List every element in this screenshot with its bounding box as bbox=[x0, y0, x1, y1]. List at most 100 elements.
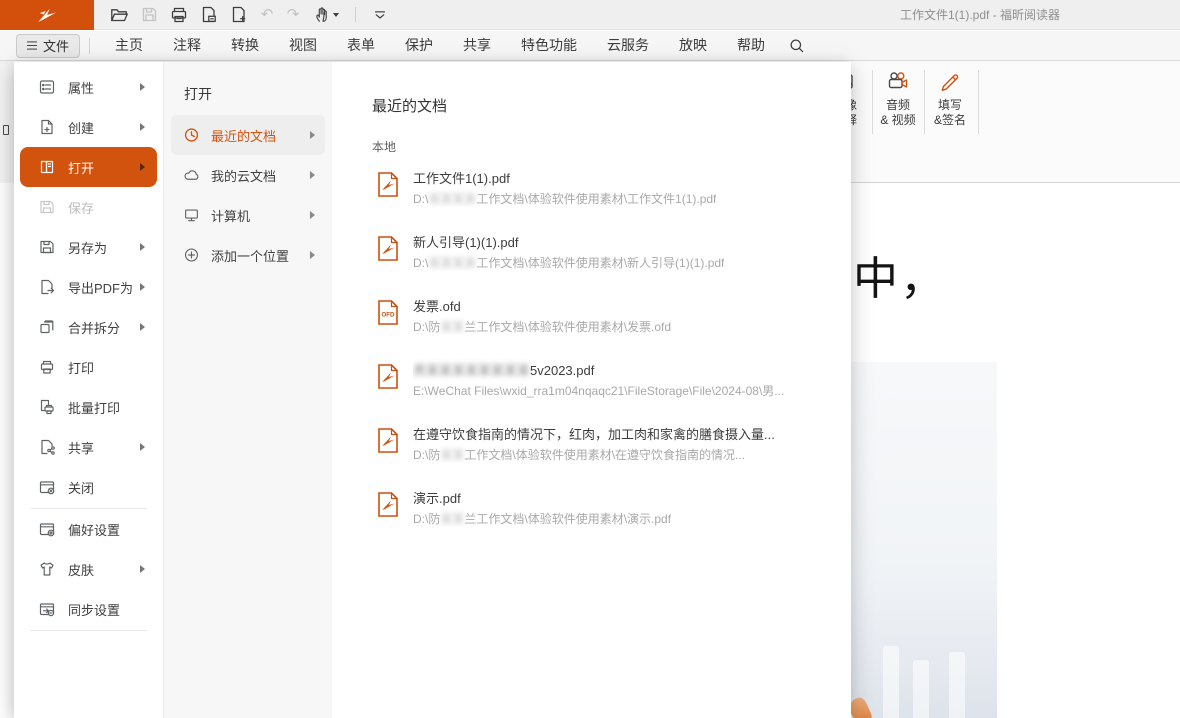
window-title: 工作文件1(1).pdf - 福昕阅读器 bbox=[860, 0, 1100, 30]
close-doc-icon bbox=[38, 478, 56, 496]
open-panel-item-add-place[interactable]: 添加一个位置 bbox=[171, 235, 325, 275]
tab-present[interactable]: 放映 bbox=[664, 31, 722, 61]
print-icon bbox=[38, 358, 56, 376]
file-menu-button-label: 文件 bbox=[43, 36, 69, 55]
open-panel-item-cloud-docs[interactable]: 我的云文档 bbox=[171, 155, 325, 195]
image-detail bbox=[949, 652, 965, 718]
submenu-arrow-icon bbox=[140, 123, 145, 131]
pencil-icon bbox=[937, 66, 963, 98]
print-icon[interactable] bbox=[164, 1, 194, 29]
redo-icon[interactable]: ↷ bbox=[280, 1, 306, 29]
file-menu-item-save-as[interactable]: 另存为 bbox=[20, 227, 157, 267]
tab-protect[interactable]: 保护 bbox=[390, 31, 448, 61]
create-icon bbox=[38, 118, 56, 136]
file-path: D:\某某某某工作文档\体验软件使用素材\新人引导(1)(1).pdf bbox=[413, 255, 724, 271]
hand-tool-dropdown-icon bbox=[333, 13, 339, 17]
recent-file-row[interactable]: 新人引导(1)(1).pdf D:\某某某某工作文档\体验软件使用素材\新人引导… bbox=[378, 229, 835, 293]
recent-file-row[interactable]: 演示.pdf D:\防某某兰工作文档\体验软件使用素材\演示.pdf bbox=[378, 485, 835, 549]
open-submenu-panel: 打开 最近的文档 我的云文档 计算机 添加一个位置 bbox=[163, 62, 332, 718]
tab-comment[interactable]: 注释 bbox=[158, 31, 216, 61]
document-image bbox=[851, 362, 997, 718]
file-menu-item-skin[interactable]: 皮肤 bbox=[20, 549, 157, 589]
file-menu-panel: 属性 创建 打开 保存 另存为 导出PDF为 合并拆分 打印 批量打印 共享 bbox=[14, 62, 163, 718]
save-icon[interactable] bbox=[134, 1, 164, 29]
recent-file-row[interactable]: 男某某某某某某某某5v2023.pdf E:\WeChat Files\wxid… bbox=[378, 357, 835, 421]
collapse-toolbar-icon[interactable] bbox=[365, 1, 395, 29]
menubar-divider bbox=[89, 38, 90, 54]
image-detail bbox=[913, 660, 929, 718]
submenu-arrow-icon bbox=[140, 283, 145, 291]
tab-form[interactable]: 表单 bbox=[332, 31, 390, 61]
ribbon-divider bbox=[872, 70, 873, 134]
export-pdf-icon bbox=[38, 278, 56, 296]
hand-tool-icon[interactable] bbox=[306, 1, 346, 29]
tab-cloud[interactable]: 云服务 bbox=[592, 31, 664, 61]
hidden-icon-fragment bbox=[3, 125, 9, 135]
new-document-icon[interactable] bbox=[224, 1, 254, 29]
submenu-arrow-icon bbox=[310, 131, 315, 139]
pdf-file-icon bbox=[378, 492, 398, 517]
file-title: 在遵守饮食指南的情况下，红肉，加工肉和家禽的膳食摄入量... bbox=[413, 426, 775, 443]
tab-share[interactable]: 共享 bbox=[448, 31, 506, 61]
hamburger-icon bbox=[27, 45, 37, 46]
submenu-arrow-icon bbox=[310, 251, 315, 259]
open-panel-item-recent-docs[interactable]: 最近的文档 bbox=[171, 115, 325, 155]
recent-group-label: 本地 bbox=[372, 138, 396, 155]
tab-help[interactable]: 帮助 bbox=[722, 31, 780, 61]
file-title: 演示.pdf bbox=[413, 490, 671, 507]
menubar: 文件 主页注释转换视图表单保护共享特色功能云服务放映帮助 bbox=[0, 31, 1180, 61]
recent-file-row[interactable]: OFD 发票.ofd D:\防某某兰工作文档\体验软件使用素材\发票.ofd bbox=[378, 293, 835, 357]
file-menu-item-save: 保存 bbox=[20, 187, 157, 227]
recent-file-row[interactable]: 工作文件1(1).pdf D:\某某某某工作文档\体验软件使用素材\工作文件1(… bbox=[378, 165, 835, 229]
image-detail bbox=[851, 695, 874, 718]
ribbon-divider bbox=[978, 70, 979, 134]
file-menu-item-share[interactable]: 共享 bbox=[20, 427, 157, 467]
video-camera-icon bbox=[885, 66, 911, 98]
file-path: E:\WeChat Files\wxid_rra1m04nqaqc21\File… bbox=[413, 383, 784, 399]
recent-file-row[interactable]: 在遵守饮食指南的情况下，红肉，加工肉和家禽的膳食摄入量... D:\防某某工作文… bbox=[378, 421, 835, 485]
file-title: 工作文件1(1).pdf bbox=[413, 170, 716, 187]
ribbon-button-label: & 视频 bbox=[880, 113, 915, 128]
undo-icon[interactable]: ↶ bbox=[254, 1, 280, 29]
export-page-icon[interactable] bbox=[194, 1, 224, 29]
ribbon-button-fill-sign[interactable]: 填写&签名 bbox=[925, 66, 975, 144]
tab-home[interactable]: 主页 bbox=[100, 31, 158, 61]
ribbon-divider bbox=[924, 70, 925, 134]
file-menu-item-preferences[interactable]: 偏好设置 bbox=[20, 509, 157, 549]
share-icon bbox=[38, 438, 56, 456]
tab-convert[interactable]: 转换 bbox=[216, 31, 274, 61]
titlebar: ↶ ↷ 工作文件1(1).pdf - 福昕阅读器 bbox=[0, 0, 1180, 30]
batch-print-icon bbox=[38, 398, 56, 416]
file-path: D:\某某某某工作文档\体验软件使用素材\工作文件1(1).pdf bbox=[413, 191, 716, 207]
file-menu-item-open[interactable]: 打开 bbox=[20, 147, 157, 187]
tab-view[interactable]: 视图 bbox=[274, 31, 332, 61]
ribbon-button-audio-video[interactable]: 音频& 视频 bbox=[873, 66, 923, 144]
pdf-file-icon bbox=[378, 364, 398, 389]
pdf-file-icon bbox=[378, 172, 398, 197]
submenu-arrow-icon bbox=[140, 565, 145, 573]
merge-split-icon bbox=[38, 318, 56, 336]
ribbon-button-label: &签名 bbox=[934, 113, 966, 128]
file-menu-item-print[interactable]: 打印 bbox=[20, 347, 157, 387]
menu-divider bbox=[30, 630, 147, 631]
file-menu-item-merge-split[interactable]: 合并拆分 bbox=[20, 307, 157, 347]
search-icon[interactable] bbox=[782, 32, 812, 60]
computer-icon bbox=[183, 207, 200, 224]
toolbar-divider bbox=[355, 7, 356, 22]
add-place-icon bbox=[183, 247, 200, 264]
tab-features[interactable]: 特色功能 bbox=[506, 31, 592, 61]
file-menu-item-properties[interactable]: 属性 bbox=[20, 67, 157, 107]
cloud-icon bbox=[183, 167, 200, 184]
recent-file-list: 工作文件1(1).pdf D:\某某某某工作文档\体验软件使用素材\工作文件1(… bbox=[378, 165, 835, 549]
file-menu-button[interactable]: 文件 bbox=[16, 34, 80, 58]
file-menu-overlay: 属性 创建 打开 保存 另存为 导出PDF为 合并拆分 打印 批量打印 共享 bbox=[14, 62, 851, 718]
submenu-arrow-icon bbox=[310, 211, 315, 219]
file-menu-item-batch-print[interactable]: 批量打印 bbox=[20, 387, 157, 427]
file-menu-item-export-pdf[interactable]: 导出PDF为 bbox=[20, 267, 157, 307]
open-panel-item-computer[interactable]: 计算机 bbox=[171, 195, 325, 235]
open-file-icon[interactable] bbox=[104, 1, 134, 29]
file-menu-item-create[interactable]: 创建 bbox=[20, 107, 157, 147]
file-path: D:\防某某兰工作文档\体验软件使用素材\演示.pdf bbox=[413, 511, 671, 527]
file-menu-item-close[interactable]: 关闭 bbox=[20, 467, 157, 507]
file-menu-item-sync-settings[interactable]: 同步设置 bbox=[20, 589, 157, 629]
